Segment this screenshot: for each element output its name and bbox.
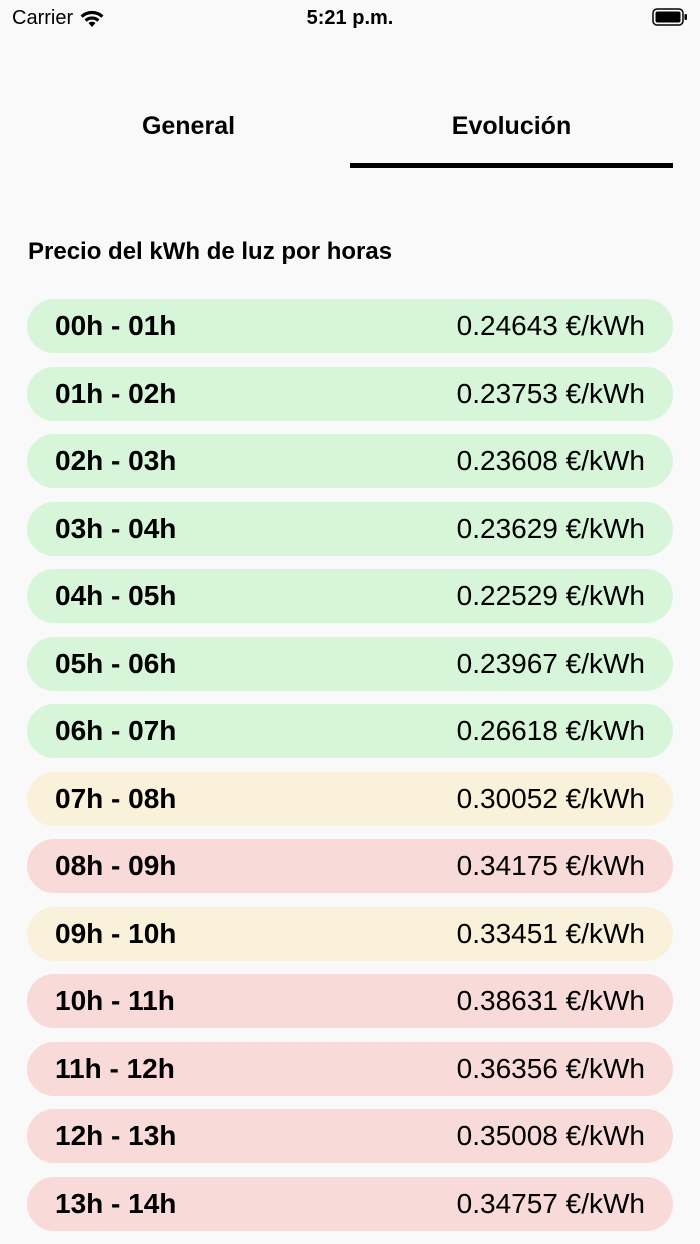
price-row-value: 0.23753 €/kWh — [456, 377, 645, 409]
price-row-value: 0.36356 €/kWh — [456, 1052, 645, 1084]
price-row-value: 0.34757 €/kWh — [456, 1187, 645, 1219]
active-tab-indicator — [350, 163, 673, 168]
price-row-hours: 12h - 13h — [55, 1120, 177, 1151]
price-row-hours: 00h - 01h — [55, 310, 177, 341]
price-row-hours: 07h - 08h — [55, 782, 177, 814]
price-row[interactable]: 01h - 02h 0.23753 €/kWh — [27, 366, 673, 421]
price-row-value: 0.24643 €/kWh — [456, 310, 645, 341]
price-row[interactable]: 08h - 09h 0.34175 €/kWh — [27, 839, 673, 893]
tab-bar: General Evolución — [0, 98, 700, 170]
price-row-value: 0.35008 €/kWh — [456, 1120, 645, 1151]
price-row-value: 0.30052 €/kWh — [456, 782, 645, 814]
price-row-hours: 06h - 07h — [55, 715, 177, 746]
price-row[interactable]: 07h - 08h 0.30052 €/kWh — [27, 771, 673, 826]
price-row-hours: 02h - 03h — [55, 445, 177, 476]
status-time: 5:21 p.m. — [306, 7, 394, 29]
price-row[interactable]: 13h - 14h 0.34757 €/kWh — [27, 1176, 673, 1231]
tab-general[interactable]: General — [27, 98, 350, 170]
price-row[interactable]: 05h - 06h 0.23967 €/kWh — [27, 636, 673, 691]
tab-evolucion[interactable]: Evolución — [350, 98, 673, 170]
price-row-value: 0.26618 €/kWh — [456, 715, 645, 746]
status-bar: Carrier 5:21 p.m. — [0, 0, 700, 36]
price-row-hours: 13h - 14h — [55, 1187, 177, 1219]
section-title: Precio del kWh de luz por horas — [28, 238, 393, 265]
price-row-hours: 10h - 11h — [55, 985, 175, 1016]
price-row-value: 0.33451 €/kWh — [456, 917, 645, 949]
price-row[interactable]: 02h - 03h 0.23608 €/kWh — [27, 434, 673, 488]
price-row[interactable]: 03h - 04h 0.23629 €/kWh — [27, 501, 673, 556]
price-row[interactable]: 04h - 05h 0.22529 €/kWh — [27, 569, 673, 623]
price-row-hours: 11h - 12h — [55, 1052, 175, 1084]
price-row-value: 0.38631 €/kWh — [456, 985, 645, 1016]
hourly-price-list: 00h - 01h 0.24643 €/kWh 01h - 02h 0.23753 €… — [27, 299, 673, 1244]
price-row-value: 0.23967 €/kWh — [456, 647, 645, 679]
price-row-hours: 09h - 10h — [55, 917, 177, 949]
battery-icon — [652, 8, 687, 26]
price-row[interactable]: 11h - 12h 0.36356 €/kWh — [27, 1041, 673, 1096]
price-row-hours: 08h - 09h — [55, 850, 177, 881]
price-row[interactable]: 09h - 10h 0.33451 €/kWh — [27, 906, 673, 961]
price-row-hours: 01h - 02h — [55, 377, 177, 409]
price-row-hours: 05h - 06h — [55, 647, 177, 679]
price-row-value: 0.23629 €/kWh — [456, 512, 645, 544]
price-row-value: 0.23608 €/kWh — [456, 445, 645, 476]
price-row-hours: 03h - 04h — [55, 512, 177, 544]
price-row-value: 0.22529 €/kWh — [456, 580, 645, 611]
price-row[interactable]: 10h - 11h 0.38631 €/kWh — [27, 974, 673, 1028]
price-row-hours: 04h - 05h — [55, 580, 177, 611]
price-row[interactable]: 00h - 01h 0.24643 €/kWh — [27, 299, 673, 353]
price-row[interactable]: 12h - 13h 0.35008 €/kWh — [27, 1109, 673, 1163]
price-row-value: 0.34175 €/kWh — [456, 850, 645, 881]
price-row[interactable]: 06h - 07h 0.26618 €/kWh — [27, 704, 673, 758]
